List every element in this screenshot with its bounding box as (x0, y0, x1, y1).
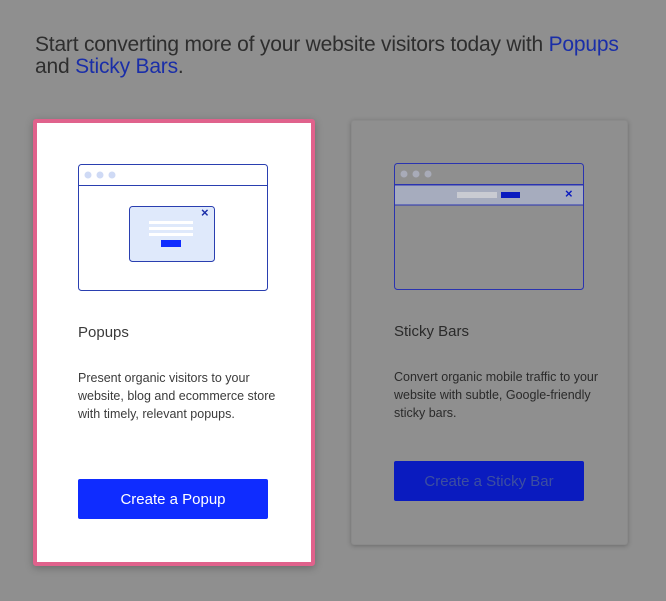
create-sticky-bar-button[interactable]: Create a Sticky Bar (394, 461, 584, 501)
popup-card[interactable]: × Popups Present organic visitors to you… (33, 119, 315, 566)
popups-link[interactable]: Popups (549, 33, 619, 56)
page-headline: Start converting more of your website vi… (35, 34, 635, 78)
popup-card-description: Present organic visitors to your website… (78, 371, 276, 421)
popup-illustration: × (78, 164, 268, 297)
close-icon: × (201, 205, 209, 220)
sticky-bar-illustration: × (394, 163, 584, 296)
sticky-bar-card[interactable]: × Sticky Bars Convert organic mobile tra… (351, 120, 628, 545)
sticky-card-title: Sticky Bars (394, 323, 470, 340)
create-popup-button[interactable]: Create a Popup (78, 479, 268, 519)
headline-middle: and (35, 55, 76, 78)
headline-prefix: Start converting more of your website vi… (35, 33, 549, 56)
popup-card-title: Popups (78, 324, 129, 341)
headline-suffix: . (177, 55, 184, 78)
sticky-card-description: Convert organic mobile traffic to your w… (394, 370, 599, 420)
close-icon: × (565, 186, 573, 201)
sticky-bars-link[interactable]: Sticky Bars (75, 55, 178, 78)
